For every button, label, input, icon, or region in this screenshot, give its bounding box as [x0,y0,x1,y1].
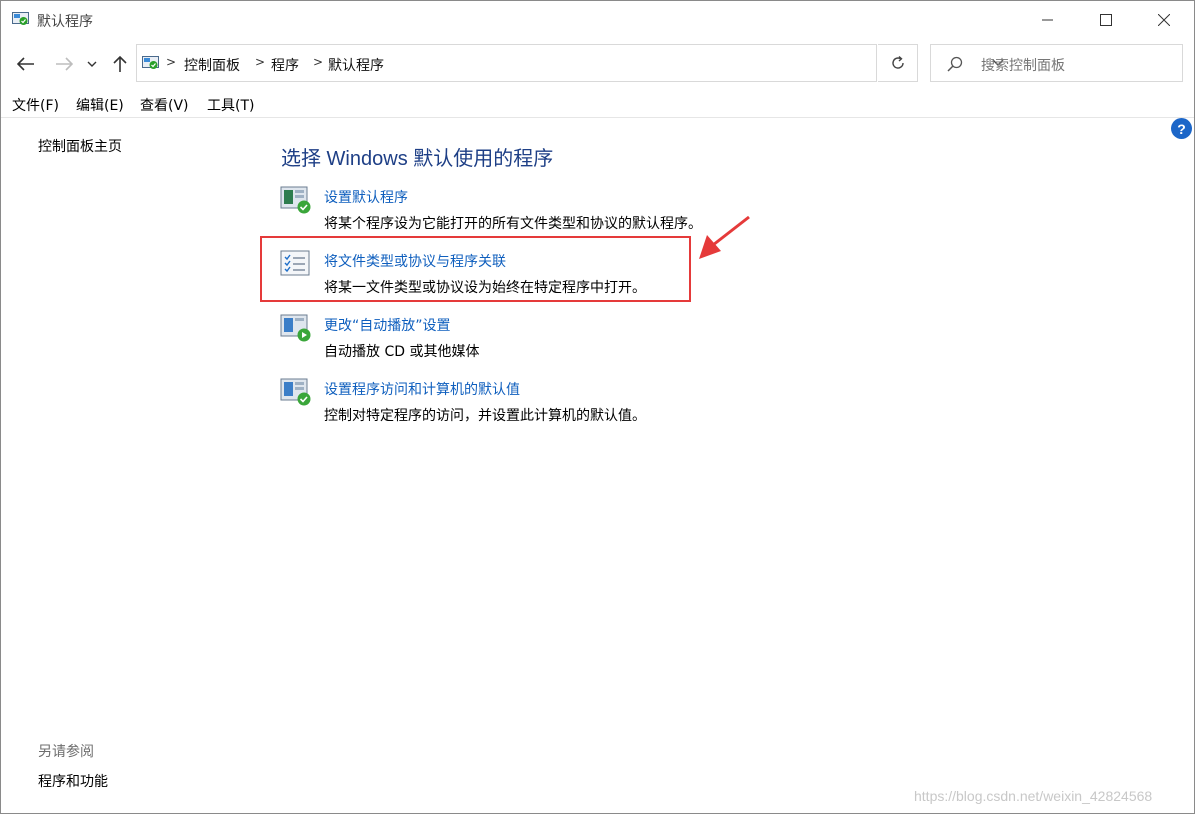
breadcrumb-separator[interactable]: > [313,55,323,69]
link-program-access-defaults[interactable]: 设置程序访问和计算机的默认值 [324,379,520,399]
link-set-default-programs[interactable]: 设置默认程序 [324,187,408,207]
menu-file[interactable]: 文件(F) [12,95,59,115]
sidebar-link-control-panel-home[interactable]: 控制面板主页 [38,136,122,156]
see-also-heading: 另请参阅 [38,744,94,760]
maximize-button[interactable] [1077,1,1135,39]
menu-divider [1,117,1194,118]
highlight-box [260,236,691,302]
title-bar[interactable]: 默认程序 [1,1,1194,39]
menu-edit[interactable]: 编辑(E) [76,95,124,115]
desc-set-default-programs: 将某个程序设为它能打开的所有文件类型和协议的默认程序。 [324,216,702,232]
breadcrumb-separator[interactable]: > [255,55,265,69]
search-input[interactable]: 搜索控制面板 [981,55,1065,75]
help-button[interactable]: ? [1171,118,1192,139]
default-programs-icon [280,186,311,214]
program-access-icon [280,378,311,406]
link-autoplay-settings[interactable]: 更改“自动播放”设置 [324,315,451,335]
breadcrumb-default-programs[interactable]: 默认程序 [328,55,384,75]
close-icon [1158,14,1170,26]
window-title: 默认程序 [37,14,93,30]
maximize-icon [1100,14,1112,26]
refresh-button[interactable] [878,44,918,82]
breadcrumb-programs[interactable]: 程序 [271,55,299,75]
breadcrumb-control-panel[interactable]: 控制面板 [184,55,240,75]
back-button[interactable] [13,51,39,77]
refresh-icon [891,55,904,69]
address-bar[interactable]: > 控制面板 > 程序 > 默认程序 [136,44,1004,82]
sidebar-link-programs-and-features[interactable]: 程序和功能 [38,771,108,791]
watermark: https://blog.csdn.net/weixin_42824568 [914,788,1153,804]
forward-button[interactable] [51,51,77,77]
minimize-button[interactable] [1019,1,1077,39]
search-icon [947,56,963,72]
chevron-down-icon [87,61,97,67]
close-button[interactable] [1135,1,1193,39]
control-panel-icon [12,12,29,25]
control-panel-icon [142,56,159,69]
back-arrow-icon [17,57,34,71]
annotation-arrow-icon [699,215,750,259]
up-button[interactable] [107,51,133,77]
desc-program-access-defaults: 控制对特定程序的访问，并设置此计算机的默认值。 [324,408,646,424]
desc-autoplay-settings: 自动播放 CD 或其他媒体 [324,344,480,360]
breadcrumb-separator[interactable]: > [166,55,176,69]
menu-view[interactable]: 查看(V) [140,95,189,115]
search-box[interactable]: 搜索控制面板 [930,44,1183,82]
menu-tools[interactable]: 工具(T) [207,95,254,115]
control-panel-window: 默认程序 > 控制面板 > 程序 > 默认程序 搜索控制面板 文件(F) 编辑(… [0,0,1195,814]
forward-arrow-icon [56,57,73,71]
minimize-icon [1042,19,1053,21]
autoplay-icon [280,314,311,342]
help-icon: ? [1177,120,1186,137]
up-arrow-icon [113,55,127,72]
recent-locations-button[interactable] [82,51,102,77]
page-title: 选择 Windows 默认使用的程序 [281,148,554,170]
menu-bar: 文件(F) 编辑(E) 查看(V) 工具(T) [1,93,1194,115]
